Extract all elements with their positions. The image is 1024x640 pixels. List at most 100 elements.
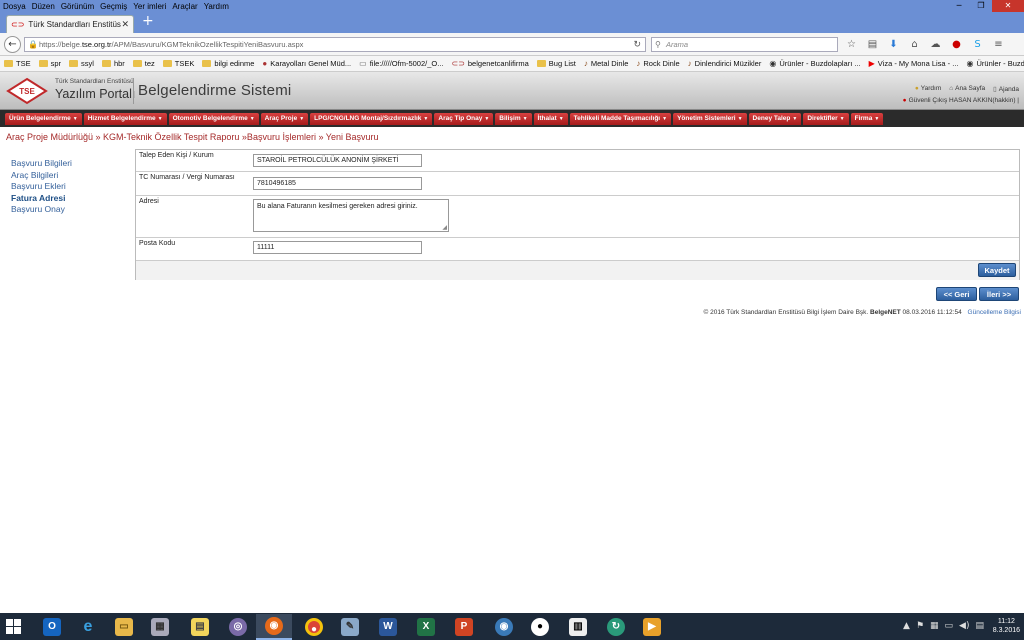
skype-icon[interactable]: S: [970, 37, 985, 52]
bookmark-item[interactable]: hbr: [101, 59, 125, 68]
adres-text: Bu alana Faturanın kesilmesi gereken adr…: [257, 203, 418, 210]
file-explorer-icon[interactable]: ▭: [106, 614, 142, 640]
bookmark-star-icon[interactable]: ☆: [844, 37, 859, 52]
menu-araclar[interactable]: Araçlar: [169, 2, 200, 11]
talep-field[interactable]: STAROİL PETROLCÜLÜK ANONİM ŞİRKETİ: [253, 154, 422, 167]
paint-icon[interactable]: ✎: [332, 614, 368, 640]
excel-icon[interactable]: X: [408, 614, 444, 640]
outlook-icon[interactable]: O: [34, 614, 70, 640]
app-sync-icon[interactable]: ↻: [598, 614, 634, 640]
menu-dosya[interactable]: Dosya: [0, 2, 29, 11]
resize-grip-icon[interactable]: ◢: [442, 224, 447, 231]
media-player-icon[interactable]: ▶: [634, 614, 670, 640]
bookmark-item[interactable]: ▶ Viza - My Mona Lisa - ...: [869, 59, 959, 68]
step-basvuru-bilgileri[interactable]: Başvuru Bilgileri: [11, 158, 72, 170]
back-arrow-icon[interactable]: ←: [4, 36, 21, 53]
menu-direktifler[interactable]: Direktifler ▼: [803, 113, 849, 125]
menu-hizmet-belgelendirme[interactable]: Hizmet Belgelendirme ▼: [83, 113, 167, 125]
bookmark-item[interactable]: TSE: [4, 59, 31, 68]
app-circle-icon[interactable]: ◉: [486, 614, 522, 640]
tray-battery-icon[interactable]: ▭: [945, 621, 954, 631]
url-bar[interactable]: 🔒 https://belge.tse.org.tr/APM/Basvuru/KG…: [24, 37, 646, 52]
windows-start-icon[interactable]: [6, 619, 22, 635]
new-tab-icon[interactable]: +: [142, 14, 154, 28]
firefox-icon[interactable]: ◉: [256, 614, 292, 640]
next-button[interactable]: İleri >>: [979, 287, 1019, 301]
system-clock[interactable]: 11:12 8.3.2016: [993, 617, 1020, 635]
home-link[interactable]: ⌂ Ana Sayfa: [949, 85, 985, 93]
bookmark-item[interactable]: ◉Ürünler - Buzdolapları ...: [967, 59, 1024, 68]
step-arac-bilgileri[interactable]: Araç Bilgileri: [11, 170, 72, 182]
bookmark-item[interactable]: ssyl: [69, 59, 94, 68]
menu-bilisim[interactable]: Bilişim ▼: [495, 113, 532, 125]
download-icon[interactable]: ⬇: [886, 37, 901, 52]
logout-link[interactable]: ● Güvenli Çıkış HASAN AKKIN(hakkin) |: [903, 97, 1019, 104]
adres-textarea[interactable]: Bu alana Faturanın kesilmesi gereken adr…: [253, 199, 449, 232]
chrome-icon[interactable]: ●: [296, 614, 332, 640]
menu-deney-talep[interactable]: Deney Talep ▼: [748, 113, 802, 125]
tc-field[interactable]: 7810496185: [253, 177, 422, 190]
tray-expand-icon[interactable]: ▲: [903, 621, 910, 631]
menu-tehlikeli-madde[interactable]: Tehlikeli Madde Taşımacılığı ▼: [569, 113, 672, 125]
menu-arac-tip-onay[interactable]: Araç Tip Onay ▼: [434, 113, 494, 125]
bookmark-item[interactable]: ♪ Metal Dinle: [584, 59, 629, 68]
bookmark-item[interactable]: ▭ file://///Ofm-5002/_O...: [359, 59, 443, 68]
search-input[interactable]: ⚲ Arama: [651, 37, 838, 52]
app-swirl-icon[interactable]: ◎: [220, 614, 256, 640]
piano-icon[interactable]: ▥: [560, 614, 596, 640]
home-icon[interactable]: ⌂: [907, 37, 922, 52]
bookmark-item[interactable]: tez: [132, 59, 155, 68]
menu-yardim[interactable]: Yardım: [201, 2, 232, 11]
bookmark-item[interactable]: ♪ Rock Dinle: [636, 59, 679, 68]
menu-gecmis[interactable]: Geçmiş: [97, 2, 130, 11]
reload-icon[interactable]: ↻: [633, 38, 641, 51]
back-button[interactable]: << Geri: [936, 287, 977, 301]
volume-icon[interactable]: ◀): [959, 621, 969, 631]
close-tab-icon[interactable]: ✕: [121, 19, 129, 30]
close-window-icon[interactable]: ✕: [992, 0, 1024, 12]
panda-icon[interactable]: ●: [522, 614, 558, 640]
posta-field[interactable]: 11111: [253, 241, 422, 254]
menu-arac-proje[interactable]: Araç Proje ▼: [260, 113, 309, 125]
minimize-icon[interactable]: ─: [948, 0, 970, 12]
reading-list-icon[interactable]: ▤: [865, 37, 880, 52]
bookmark-item[interactable]: ● Karayolları Genel Müd...: [262, 59, 351, 68]
maximize-icon[interactable]: ❐: [970, 0, 992, 12]
notes-icon[interactable]: ▤: [182, 614, 218, 640]
word-icon[interactable]: W: [370, 614, 406, 640]
step-fatura-adresi[interactable]: Fatura Adresi: [11, 193, 72, 205]
internet-explorer-icon[interactable]: e: [70, 614, 106, 640]
powerpoint-icon[interactable]: P: [446, 614, 482, 640]
hamburger-menu-icon[interactable]: ≡: [991, 37, 1006, 52]
menu-gorunum[interactable]: Görünüm: [58, 2, 97, 11]
menu-lpg-montaj[interactable]: LPG/CNG/LNG Montaj/Sızdırmazlık ▼: [310, 113, 433, 125]
help-link[interactable]: ● Yardım: [915, 85, 941, 93]
notifications-icon[interactable]: ▤: [975, 621, 984, 631]
bookmark-item[interactable]: ⊂⊃ belgenetcanlifirma: [451, 59, 528, 68]
menu-urun-belgelendirme[interactable]: Ürün Belgelendirme ▼: [5, 113, 82, 125]
bookmark-item[interactable]: ◉Ürünler - Buzdolapları ...: [769, 59, 860, 68]
tray-flag-icon[interactable]: ⚑: [916, 621, 924, 631]
bookmark-item[interactable]: spr: [38, 59, 61, 68]
save-button[interactable]: Kaydet: [978, 263, 1016, 277]
bookmark-item[interactable]: Bug List: [536, 59, 576, 68]
bookmark-item[interactable]: ♪ Dinlendirici Müzikler: [688, 59, 762, 68]
update-info-link[interactable]: Güncelleme Bilgisi: [968, 309, 1021, 316]
bookmark-item[interactable]: bilgi edinme: [202, 59, 254, 68]
menu-ithalat[interactable]: İthalat ▼: [533, 113, 568, 125]
bookmark-item[interactable]: TSEK: [162, 59, 194, 68]
browser-tab[interactable]: ⊂⊃ Türk Standardları Enstitüs... ✕: [6, 15, 134, 33]
menu-yer-imleri[interactable]: Yer imleri: [130, 2, 169, 11]
chat-icon[interactable]: ☁: [928, 37, 943, 52]
step-basvuru-ekleri[interactable]: Başvuru Ekleri: [11, 181, 72, 193]
dropdown-caret-icon: ▼: [72, 116, 78, 122]
calculator-icon[interactable]: ▦: [142, 614, 178, 640]
menu-yonetim-sistemleri[interactable]: Yönetim Sistemleri ▼: [673, 113, 747, 125]
menu-firma[interactable]: Firma ▼: [850, 113, 884, 125]
step-basvuru-onay[interactable]: Başvuru Onay: [11, 204, 72, 216]
menu-duzen[interactable]: Düzen: [29, 2, 58, 11]
agenda-link[interactable]: ▯ Ajanda: [993, 85, 1019, 93]
adblock-icon[interactable]: ●: [949, 37, 964, 52]
menu-otomotiv-belgelendirme[interactable]: Otomotiv Belgelendirme ▼: [168, 113, 259, 125]
tray-network-icon[interactable]: ▦: [930, 621, 939, 631]
